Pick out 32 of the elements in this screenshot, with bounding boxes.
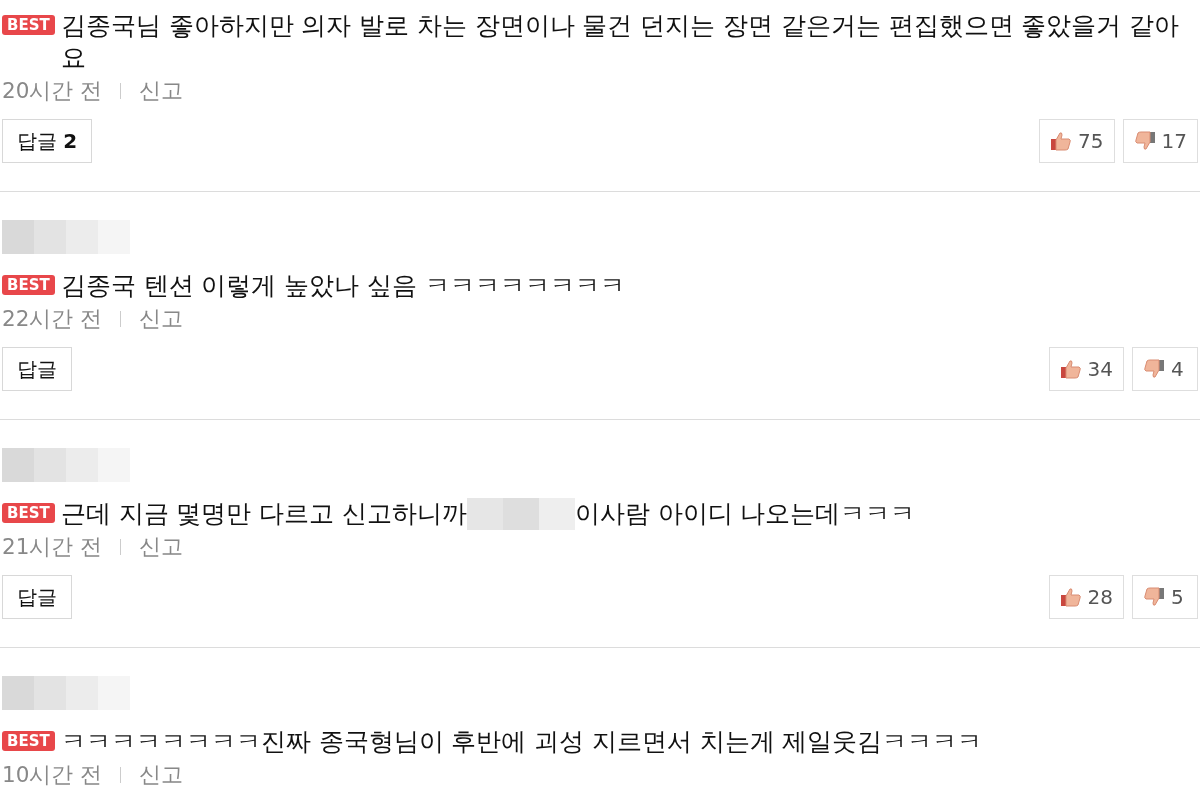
- thumbs-down-icon: [1143, 359, 1165, 379]
- thumbs-up-icon: [1059, 359, 1082, 379]
- thumbs-down-icon: [1133, 131, 1156, 151]
- best-badge: BEST: [2, 15, 55, 35]
- report-link[interactable]: 신고: [139, 304, 184, 333]
- comment-text: 근데 지금 몇명만 다르고 신고하니까: [60, 498, 467, 530]
- best-badge: BEST: [2, 275, 55, 295]
- comment-text: 김종국님 좋아하지만 의자 발로 차는 장면이나 물건 던지는 장면 같은거는 편집했으면 좋았을거 같아요: [60, 10, 1181, 74]
- best-badge: BEST: [2, 503, 55, 523]
- dislike-button[interactable]: 17: [1122, 119, 1198, 163]
- comment-time: 22시간 전: [2, 305, 103, 333]
- like-button[interactable]: 34: [1048, 347, 1124, 391]
- reply-button[interactable]: 답글: [2, 575, 72, 619]
- report-link[interactable]: 신고: [139, 76, 184, 105]
- comment-time: 21시간 전: [2, 533, 103, 561]
- like-button[interactable]: 75: [1039, 119, 1115, 163]
- thumbs-up-icon: [1059, 587, 1082, 607]
- reply-button[interactable]: 답글 2: [2, 119, 93, 163]
- best-badge: BEST: [2, 731, 55, 751]
- report-link[interactable]: 신고: [139, 760, 184, 789]
- dislike-button[interactable]: 4: [1132, 347, 1198, 391]
- like-button[interactable]: 28: [1048, 575, 1124, 619]
- thumbs-up-icon: [1050, 131, 1073, 151]
- comment-text: 이사람 아이디 나오는데ㅋㅋㅋ: [574, 498, 916, 530]
- report-link[interactable]: 신고: [139, 532, 184, 561]
- comment-time: 10시간 전: [2, 761, 103, 789]
- reply-button[interactable]: 답글: [2, 347, 72, 391]
- comment-text: ㅋㅋㅋㅋㅋㅋㅋㅋ진짜 종국형님이 후반에 괴성 지르면서 치는게 제일웃김ㅋㅋㅋㅋ: [60, 726, 983, 758]
- comment-time: 20시간 전: [2, 77, 103, 105]
- comment-text: 김종국 텐션 이렇게 높았나 싶음 ㅋㅋㅋㅋㅋㅋㅋㅋ: [60, 270, 625, 302]
- dislike-button[interactable]: 5: [1132, 575, 1198, 619]
- thumbs-down-icon: [1143, 587, 1165, 607]
